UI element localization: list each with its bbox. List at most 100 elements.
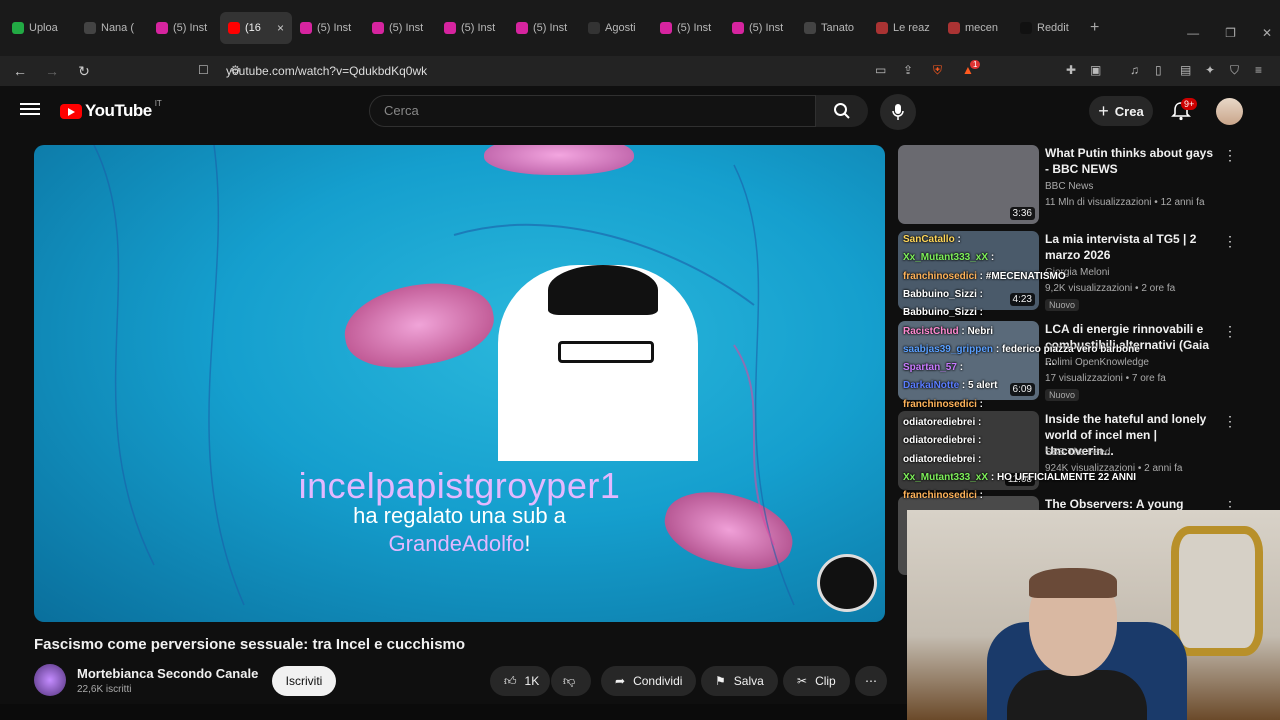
- dislike-button[interactable]: 👎︎: [551, 666, 591, 696]
- mirror-image: [1171, 526, 1263, 656]
- video-thumbnail[interactable]: 3:36: [898, 145, 1039, 224]
- browser-tab[interactable]: (5) Inst: [724, 12, 796, 44]
- logo-text: YouTube: [85, 101, 152, 120]
- chat-message: odiatorediebrei :: [903, 435, 982, 447]
- account-avatar[interactable]: [1216, 98, 1243, 125]
- chat-message: Spartan_57 :: [903, 362, 964, 374]
- close-tab-icon[interactable]: ×: [277, 21, 284, 35]
- browser-tab[interactable]: Nana (: [76, 12, 148, 44]
- more-actions-button[interactable]: ⋯: [855, 666, 887, 696]
- logo-country: IT: [154, 98, 162, 108]
- tab-label: (5) Inst: [389, 22, 424, 34]
- bookmark-icon[interactable]: ☐: [198, 63, 209, 77]
- browser-tab[interactable]: (5) Inst: [292, 12, 364, 44]
- channel-name[interactable]: Mortebianca Secondo Canale: [77, 666, 258, 681]
- search-icon: [834, 103, 850, 119]
- related-video-channel[interactable]: BBC News: [1045, 181, 1093, 192]
- browser-tab[interactable]: Uploa: [4, 12, 76, 44]
- chat-username: franchinosedici: [903, 398, 977, 410]
- leo-icon[interactable]: ✦: [1205, 63, 1215, 77]
- address-bar-row: ← → ↻ ☐ ⚙ youtube.com/watch?v=QdukbdKq0w…: [0, 56, 1280, 86]
- screenshot-icon[interactable]: ▣: [1090, 63, 1101, 77]
- reload-icon[interactable]: ↻: [72, 63, 96, 80]
- wojak-meme-image: [498, 265, 698, 461]
- tab-label: Agosti: [605, 22, 636, 34]
- url-field[interactable]: youtube.com/watch?v=QdukbdKq0wk: [226, 56, 427, 86]
- browser-tab[interactable]: Agosti: [580, 12, 652, 44]
- X-icon: [1020, 22, 1032, 34]
- chat-message: franchinosedici :: [903, 490, 984, 502]
- tab-label: (5) Inst: [317, 22, 352, 34]
- search-input[interactable]: Cerca: [369, 95, 816, 127]
- notification-badge: 9+: [1181, 98, 1198, 110]
- back-icon[interactable]: ←: [8, 63, 32, 79]
- video-player[interactable]: incelpapistgroyper1 ha regalato una sub …: [34, 145, 885, 622]
- media-icon[interactable]: ♫: [1130, 63, 1139, 77]
- vpn-icon[interactable]: ⛉: [1230, 63, 1239, 78]
- chat-message: odiatorediebrei :: [903, 453, 982, 465]
- save-button[interactable]: ⚑ Salva: [701, 666, 778, 696]
- channel-watermark-logo: [817, 554, 877, 612]
- browser-menu-icon[interactable]: ≡: [1255, 63, 1262, 77]
- related-video-item[interactable]: 3:36 What Putin thinks about gays - BBC N…: [898, 145, 1278, 231]
- close-window-icon[interactable]: ✕: [1262, 26, 1272, 40]
- more-vertical-icon[interactable]: ⋮: [1223, 413, 1237, 430]
- more-vertical-icon[interactable]: ⋮: [1223, 147, 1237, 164]
- chat-message: Xx_Mutant333_xX : HO UFFICIALMENTE 22 AN…: [903, 471, 1137, 483]
- create-button[interactable]: + Crea: [1089, 96, 1153, 126]
- W-icon: [84, 22, 96, 34]
- chat-username: franchinosedici: [903, 270, 977, 282]
- webcam-overlay: [907, 510, 1280, 720]
- more-vertical-icon[interactable]: ⋮: [1223, 323, 1237, 340]
- chat-username: Babbuino_Sizzi: [903, 288, 977, 300]
- extensions-icon[interactable]: ✚: [1066, 63, 1076, 77]
- chat-message: Xx_Mutant333_xX :: [903, 252, 995, 264]
- browser-tab[interactable]: mecen: [940, 12, 1012, 44]
- sidebar-icon[interactable]: ▯: [1155, 63, 1162, 77]
- share-button[interactable]: ➦ Condividi: [601, 666, 697, 696]
- tab-label: Uploa: [29, 22, 58, 34]
- share-arrow-icon: ➦: [615, 674, 626, 688]
- new-tab-icon[interactable]: +: [1090, 19, 1099, 37]
- chat-message: saabjas39_grippen : federico piazza vero…: [903, 343, 1140, 355]
- more-vertical-icon[interactable]: ⋮: [1223, 233, 1237, 250]
- create-label: Crea: [1114, 103, 1144, 119]
- like-button[interactable]: 👍︎ 1K: [490, 666, 550, 696]
- share-icon[interactable]: ⇪: [903, 63, 913, 77]
- cast-icon[interactable]: ▭: [875, 63, 886, 77]
- channel-avatar[interactable]: [34, 664, 66, 696]
- wallet-icon[interactable]: ▤: [1180, 63, 1191, 77]
- chat-message: odiatorediebrei :: [903, 417, 982, 428]
- browser-tab[interactable]: (5) Inst: [148, 12, 220, 44]
- related-video-title[interactable]: What Putin thinks about gays - BBC NEWS: [1045, 145, 1220, 177]
- instagram-icon: [516, 22, 528, 34]
- browser-tab[interactable]: (5) Inst: [508, 12, 580, 44]
- youtube-logo[interactable]: YouTube IT: [60, 98, 162, 121]
- browser-tab-bar: Uploa Nana ((5) Inst (16 × (5) Inst (5) Inst (…: [0, 0, 1280, 56]
- youtube-header: YouTube IT Cerca + Crea 9+: [0, 86, 1280, 136]
- voice-search-button[interactable]: [880, 94, 916, 130]
- browser-tab[interactable]: (16 ×: [220, 12, 292, 44]
- subscribe-button[interactable]: Iscriviti: [272, 666, 336, 696]
- browser-tab[interactable]: (5) Inst: [652, 12, 724, 44]
- tab-label: (5) Inst: [677, 22, 712, 34]
- scissors-icon: ✂: [797, 674, 808, 688]
- minimize-icon[interactable]: —: [1187, 26, 1199, 40]
- more-horizontal-icon: ⋯: [865, 674, 877, 688]
- clip-button[interactable]: ✂ Clip: [783, 666, 850, 696]
- browser-tab[interactable]: (5) Inst: [436, 12, 508, 44]
- search-button[interactable]: [816, 95, 868, 127]
- brave-shield-icon[interactable]: ⛨: [933, 63, 942, 78]
- hamburger-menu-icon[interactable]: [20, 100, 40, 120]
- instagram-icon: [732, 22, 744, 34]
- instagram-icon: [372, 22, 384, 34]
- youtube-icon: [228, 22, 240, 34]
- browser-tab[interactable]: Tanato: [796, 12, 868, 44]
- browser-tab[interactable]: Le reaz: [868, 12, 940, 44]
- browser-tab[interactable]: Reddit: [1012, 12, 1084, 44]
- browser-tab[interactable]: (5) Inst: [364, 12, 436, 44]
- instagram-icon: [156, 22, 168, 34]
- maximize-icon[interactable]: ❐: [1225, 26, 1236, 40]
- chat-username: odiatorediebrei: [903, 453, 976, 465]
- forward-icon[interactable]: →: [40, 63, 64, 79]
